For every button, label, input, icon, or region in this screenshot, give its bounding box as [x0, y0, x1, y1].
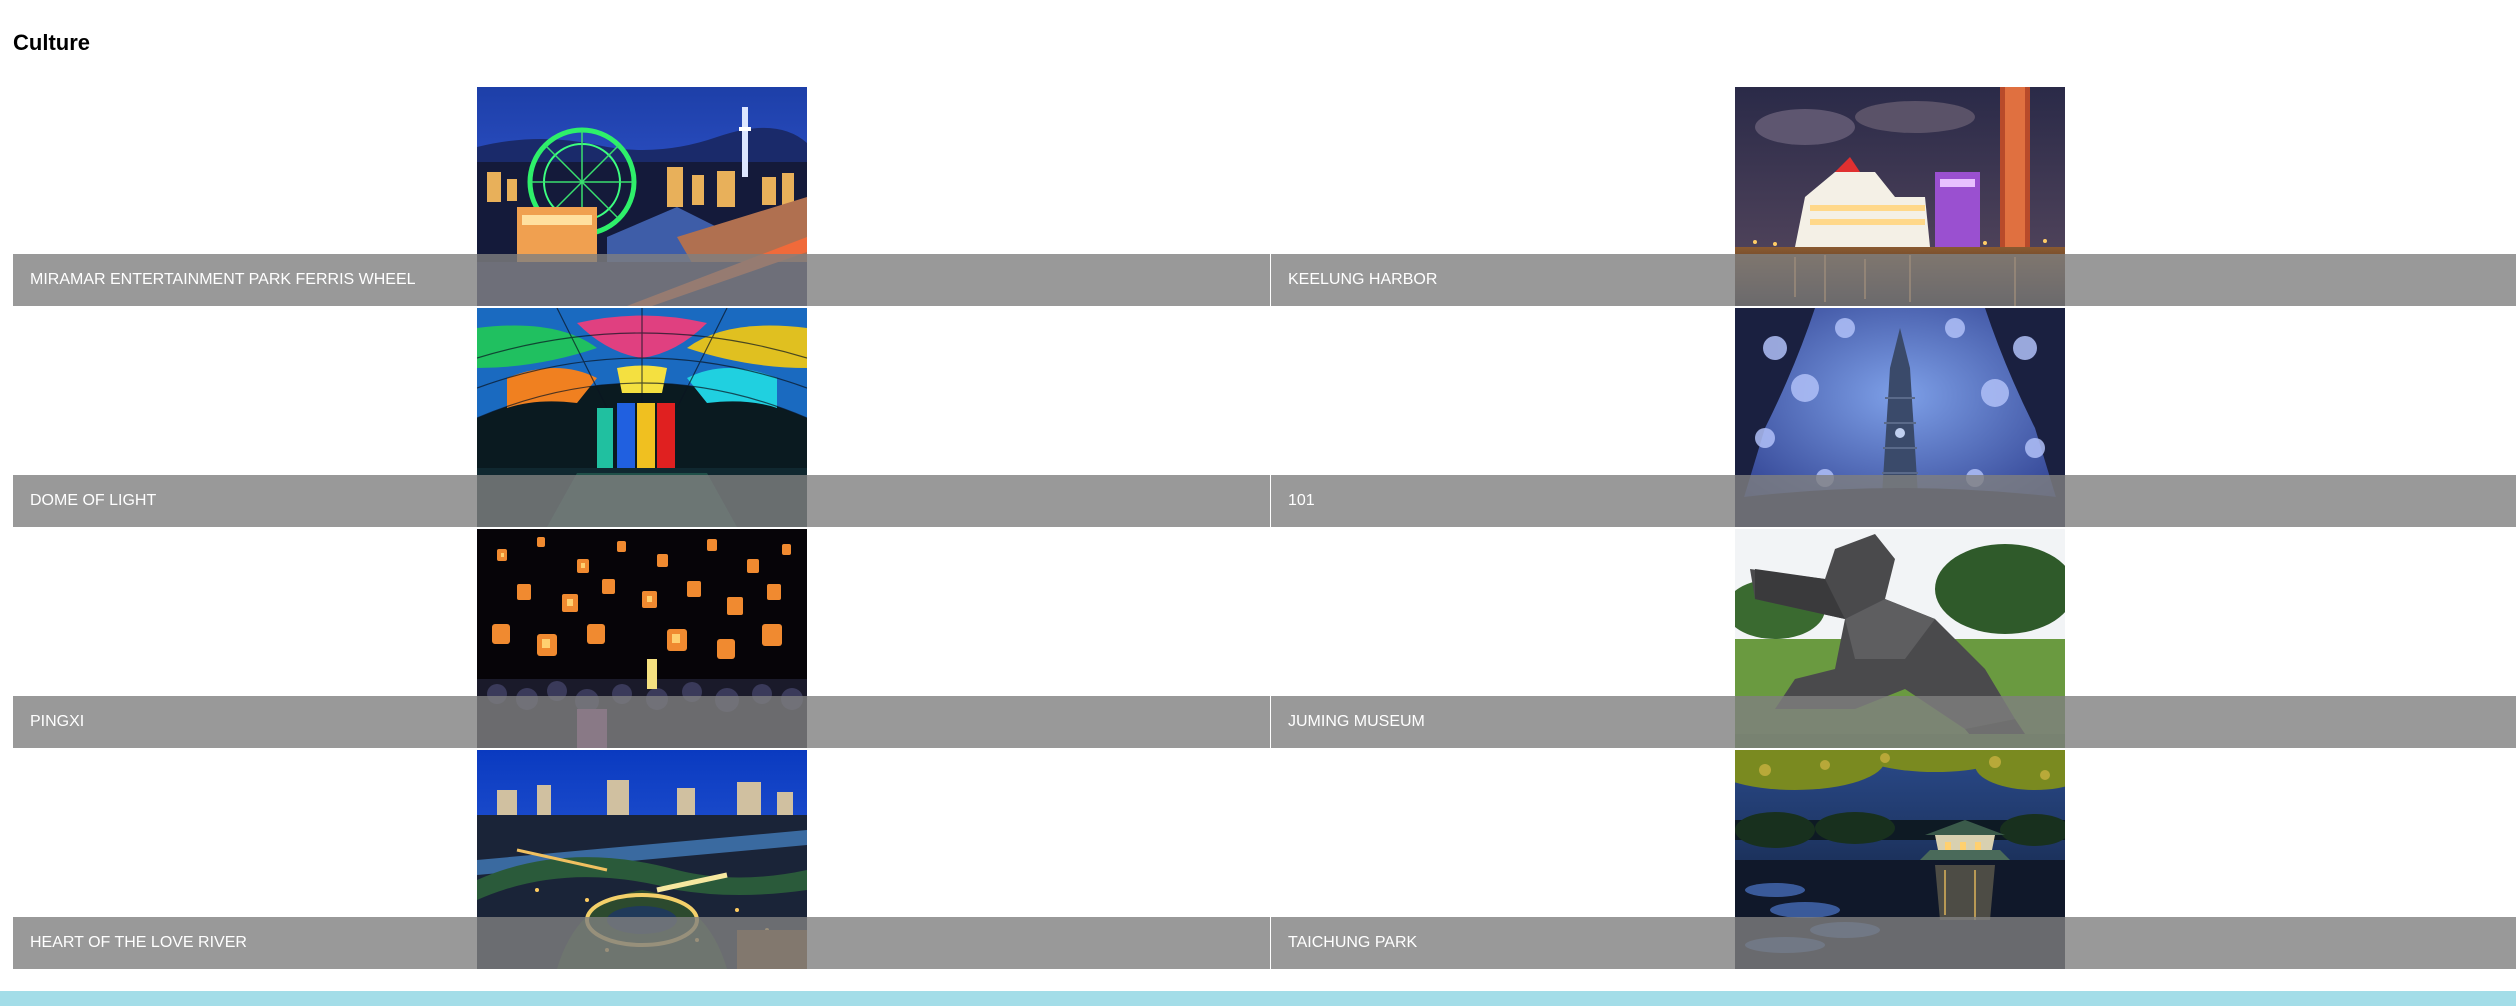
tile-caption: DOME OF LIGHT: [13, 475, 1270, 527]
gallery-tile-loveriver[interactable]: HEART OF THE LOVE RIVER: [13, 750, 1270, 969]
tile-caption: TAICHUNG PARK: [1271, 917, 2516, 969]
gallery-tile-miramar[interactable]: MIRAMAR ENTERTAINMENT PARK FERRIS WHEEL: [13, 87, 1270, 306]
tile-caption: MIRAMAR ENTERTAINMENT PARK FERRIS WHEEL: [13, 254, 1270, 306]
gallery-tile-juming[interactable]: JUMING MUSEUM: [1271, 529, 2516, 748]
gallery-tile-dome[interactable]: DOME OF LIGHT: [13, 308, 1270, 527]
gallery-tile-taichung[interactable]: TAICHUNG PARK: [1271, 750, 2516, 969]
tile-caption: PINGXI: [13, 696, 1270, 748]
tile-caption: JUMING MUSEUM: [1271, 696, 2516, 748]
tile-caption: KEELUNG HARBOR: [1271, 254, 2516, 306]
gallery-tile-pingxi[interactable]: PINGXI: [13, 529, 1270, 748]
tile-caption: 101: [1271, 475, 2516, 527]
gallery-tile-101[interactable]: 101: [1271, 308, 2516, 527]
culture-gallery: MIRAMAR ENTERTAINMENT PARK FERRIS WHEEL: [13, 87, 2516, 970]
page-title: Culture: [13, 30, 90, 55]
gallery-tile-keelung[interactable]: KEELUNG HARBOR: [1271, 87, 2516, 306]
footer-bar: [0, 991, 2516, 1006]
tile-caption: HEART OF THE LOVE RIVER: [13, 917, 1270, 969]
